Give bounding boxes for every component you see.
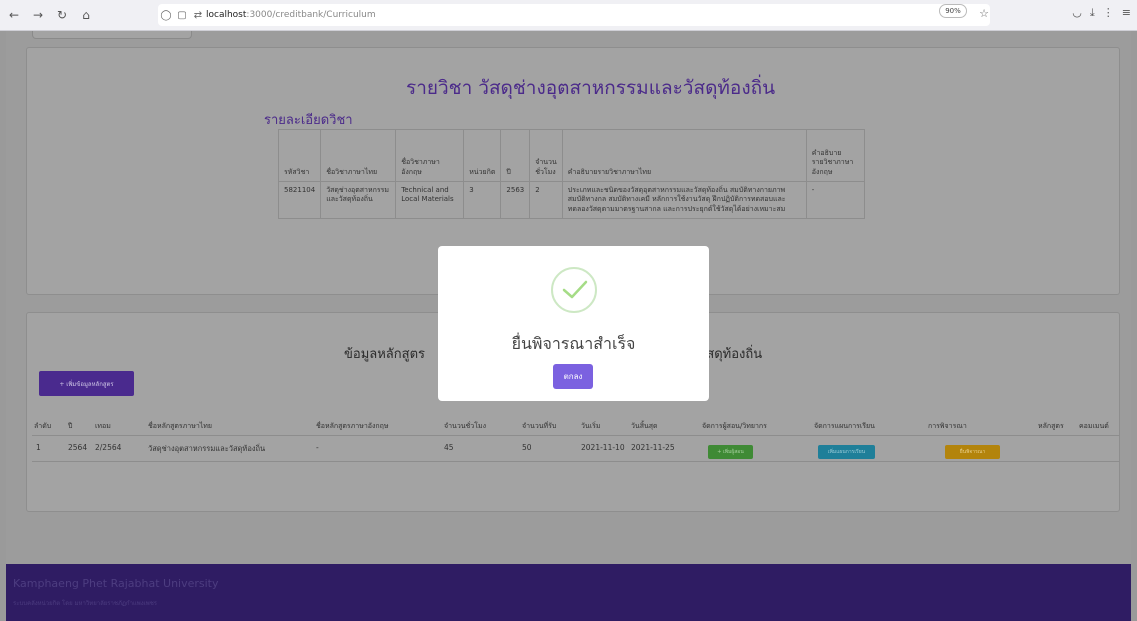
subject-select[interactable] bbox=[32, 31, 192, 39]
table-header: จัดการแผนการเรียน bbox=[814, 422, 875, 430]
table-header: คำอธิบายรายวิชาภาษาอังกฤษ bbox=[805, 129, 865, 182]
detail-title: รายละเอียดวิชา bbox=[264, 113, 353, 128]
bookmark-star-icon[interactable]: ☆ bbox=[979, 7, 989, 20]
modal-title: ยื่นพิจารณาสำเร็จ bbox=[511, 334, 636, 353]
table-header: ชื่อวิชาภาษาอังกฤษ bbox=[395, 129, 465, 182]
subject-title: รายวิชา วัสดุช่างอุตสาหกรรมและวัสดุท้องถ… bbox=[406, 77, 776, 99]
course-year: 2564 bbox=[68, 443, 88, 452]
url-host: localhost bbox=[206, 10, 247, 20]
add-teacher-button[interactable]: + เพิ่มผู้สอน bbox=[708, 445, 753, 459]
course-no: 1 bbox=[36, 443, 41, 452]
table-header: ลำดับ bbox=[34, 422, 52, 430]
table-header: ชื่อหลักสูตรภาษาอังกฤษ bbox=[316, 422, 389, 430]
course-seats: 50 bbox=[522, 443, 532, 452]
course-end-date: 2021-11-25 bbox=[631, 443, 675, 452]
footer-university-name: Kamphaeng Phet Rajabhat University bbox=[13, 577, 219, 590]
course-title: ข้อมูลหลักสูตร bbox=[344, 347, 425, 362]
course-table-header: ลำดับ ปี เทอม ชื่อหลักสูตรภาษาไทย ชื่อหล… bbox=[6, 421, 1131, 435]
browser-toolbar: ← → ↻ ⌂ ◯ ▢ ⇄ localhost:3000/creditbank/… bbox=[0, 0, 1137, 31]
course-name-th: วัสดุช่างอุตสาหกรรมและวัสดุท้องถิ่น bbox=[148, 444, 266, 453]
url-bar[interactable]: ◯ ▢ ⇄ localhost:3000/creditbank/Curricul… bbox=[158, 4, 990, 26]
table-header: จำนวนชั่วโมง bbox=[444, 422, 487, 430]
subject-code: 5821104 bbox=[277, 180, 322, 220]
table-header: คอมเมนต์ bbox=[1079, 422, 1109, 430]
table-row: 5821104 วัสดุช่างอุตสาหกรรมและวัสดุท้องถ… bbox=[277, 180, 865, 220]
table-header: ปี bbox=[500, 129, 531, 182]
table-header: วันเริ่ม bbox=[581, 422, 601, 430]
table-header: เทอม bbox=[95, 422, 111, 430]
table-header: จำนวนชั่วโมง bbox=[529, 129, 563, 182]
add-course-button[interactable]: + เพิ่มข้อมูลหลักสูตร bbox=[39, 371, 134, 396]
subject-desc-th: ประเภทและชนิดของวัสดุอุตสาหกรรมและวัสดุท… bbox=[561, 180, 807, 220]
subject-hours: 2 bbox=[529, 180, 563, 220]
page-icon: ▢ bbox=[177, 9, 187, 21]
table-header: รหัสวิชา bbox=[277, 129, 322, 182]
table-header: คำอธิบายรายวิชาภาษาไทย bbox=[561, 129, 807, 182]
subject-name-en: Technical and Local Materials bbox=[395, 180, 465, 220]
course-term: 2/2564 bbox=[95, 443, 122, 452]
table-header: วันสิ้นสุด bbox=[631, 422, 658, 430]
divider bbox=[32, 461, 1120, 462]
extensions-icon[interactable]: ⋮ bbox=[1103, 6, 1114, 20]
success-check-icon bbox=[551, 267, 597, 313]
course-start-date: 2021-11-10 bbox=[581, 443, 625, 452]
table-header: ปี bbox=[68, 422, 73, 430]
zoom-level[interactable]: 90% bbox=[939, 4, 967, 18]
subject-name-th: วัสดุช่างอุตสาหกรรมและวัสดุท้องถิ่น bbox=[320, 180, 397, 220]
lock-icon: ⇄ bbox=[193, 9, 203, 21]
reload-icon[interactable]: ↻ bbox=[52, 5, 72, 25]
table-header: ชื่อหลักสูตรภาษาไทย bbox=[148, 422, 213, 430]
table-header: หลักสูตร bbox=[1038, 422, 1064, 430]
menu-icon[interactable]: ≡ bbox=[1122, 6, 1131, 20]
shield-icon: ◯ bbox=[160, 9, 172, 21]
table-header: ชื่อวิชาภาษาไทย bbox=[320, 129, 397, 182]
table-header: จำนวนที่รับ bbox=[522, 422, 557, 430]
table-header-row: รหัสวิชา ชื่อวิชาภาษาไทย ชื่อวิชาภาษาอัง… bbox=[277, 129, 865, 182]
download-icon[interactable]: ⤓ bbox=[1090, 6, 1095, 20]
subject-desc-en: - bbox=[805, 180, 865, 220]
subject-detail-table: รหัสวิชา ชื่อวิชาภาษาไทย ชื่อวิชาภาษาอัง… bbox=[277, 129, 865, 220]
course-hours: 45 bbox=[444, 443, 454, 452]
divider bbox=[32, 435, 1120, 436]
forward-icon[interactable]: → bbox=[28, 5, 48, 25]
table-header: หน่วยกิต bbox=[463, 129, 502, 182]
success-modal: ยื่นพิจารณาสำเร็จ ตกลง bbox=[438, 246, 709, 401]
subject-credit: 3 bbox=[463, 180, 502, 220]
url-path: :3000/creditbank/Curriculum bbox=[246, 10, 376, 20]
table-header: การพิจารณา bbox=[928, 422, 967, 430]
back-icon[interactable]: ← bbox=[4, 5, 24, 25]
subject-year: 2563 bbox=[500, 180, 531, 220]
home-icon[interactable]: ⌂ bbox=[76, 5, 96, 25]
table-header: จัดการผู้สอน/วิทยากร bbox=[702, 422, 767, 430]
footer: Kamphaeng Phet Rajabhat University ระบบค… bbox=[6, 564, 1131, 621]
pocket-icon[interactable]: ◡ bbox=[1072, 6, 1082, 20]
ok-button[interactable]: ตกลง bbox=[553, 364, 593, 389]
footer-subtitle: ระบบคลังหน่วยกิต โดย มหาวิทยาลัยราชภัฏกำ… bbox=[13, 600, 157, 607]
course-name-en: - bbox=[316, 443, 319, 452]
submit-review-button[interactable]: ยื่นพิจารณา bbox=[945, 445, 1000, 459]
add-plan-button[interactable]: เพิ่มแผนการเรียน bbox=[818, 445, 875, 459]
